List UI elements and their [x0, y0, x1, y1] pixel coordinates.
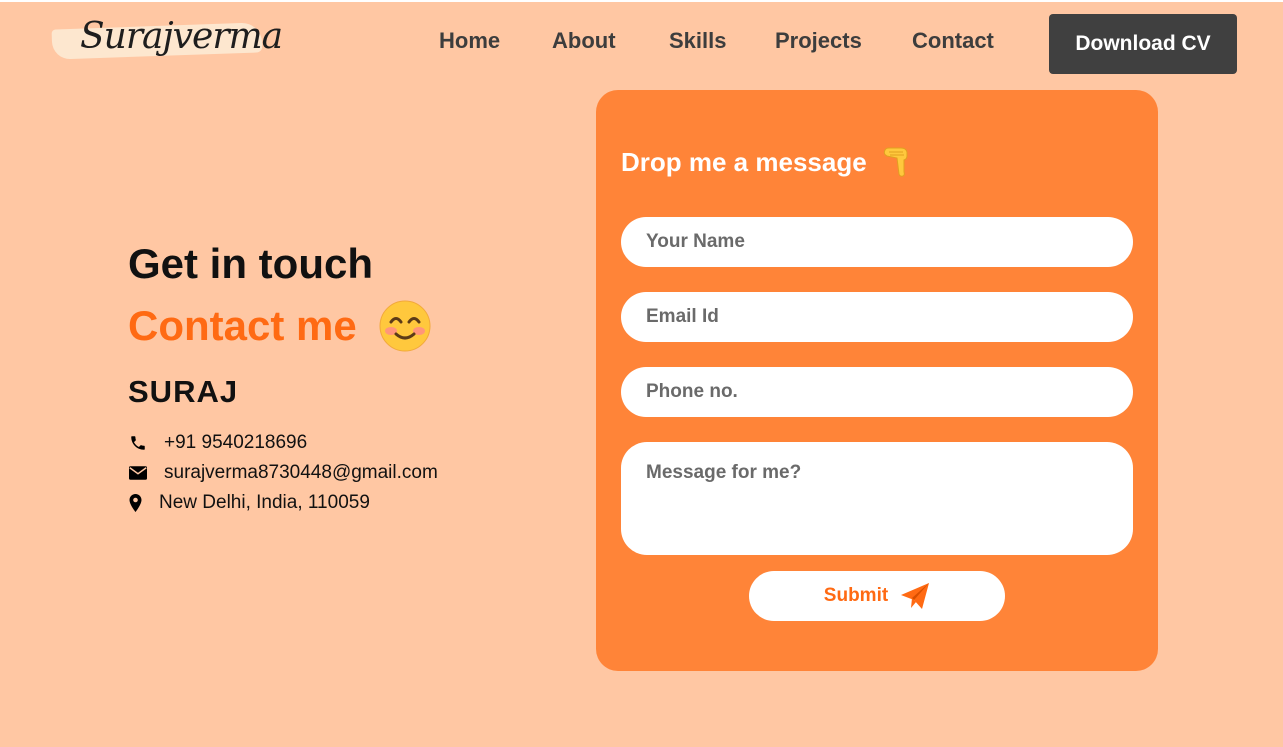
- nav-skills[interactable]: Skills: [669, 28, 726, 54]
- envelope-icon: [128, 463, 148, 483]
- download-cv-button[interactable]: Download CV: [1049, 14, 1237, 74]
- email-row: surajverma8730448@gmail.com: [128, 462, 438, 484]
- phone-row: +91 9540218696: [128, 432, 307, 454]
- phone-icon: [128, 433, 148, 453]
- submit-label: Submit: [823, 585, 889, 606]
- name-input[interactable]: [621, 217, 1133, 267]
- nav-home[interactable]: Home: [439, 28, 500, 54]
- paper-plane-icon: [900, 582, 930, 610]
- phone-input[interactable]: [621, 367, 1133, 417]
- smiling-face-icon: [379, 300, 431, 352]
- phone-text: +91 9540218696: [164, 432, 308, 453]
- address-row: New Delhi, India, 110059: [128, 492, 370, 514]
- address-text: New Delhi, India, 110059: [159, 492, 370, 513]
- form-title-text: Drop me a message: [621, 146, 867, 177]
- pointing-down-hand-icon: [881, 146, 911, 178]
- contact-me-text: Contact me: [128, 302, 357, 349]
- site-logo[interactable]: Surajverma: [51, 14, 283, 72]
- top-border: [0, 0, 1283, 2]
- message-textarea[interactable]: [621, 442, 1133, 555]
- submit-button[interactable]: Submit: [749, 571, 1005, 621]
- email-text: surajverma8730448@gmail.com: [164, 462, 438, 483]
- nav-projects[interactable]: Projects: [775, 28, 862, 54]
- contact-me-heading: Contact me: [128, 300, 431, 352]
- logo-text: Surajverma: [80, 16, 283, 57]
- contact-form-card: Drop me a message Submit: [596, 90, 1158, 671]
- email-input[interactable]: [621, 292, 1133, 342]
- map-marker-icon: [128, 493, 142, 513]
- contact-name: SURAJ: [128, 374, 239, 409]
- nav-about[interactable]: About: [552, 28, 616, 54]
- form-title: Drop me a message: [621, 146, 911, 178]
- get-in-touch-heading: Get in touch: [128, 240, 373, 287]
- nav-contact[interactable]: Contact: [912, 28, 994, 54]
